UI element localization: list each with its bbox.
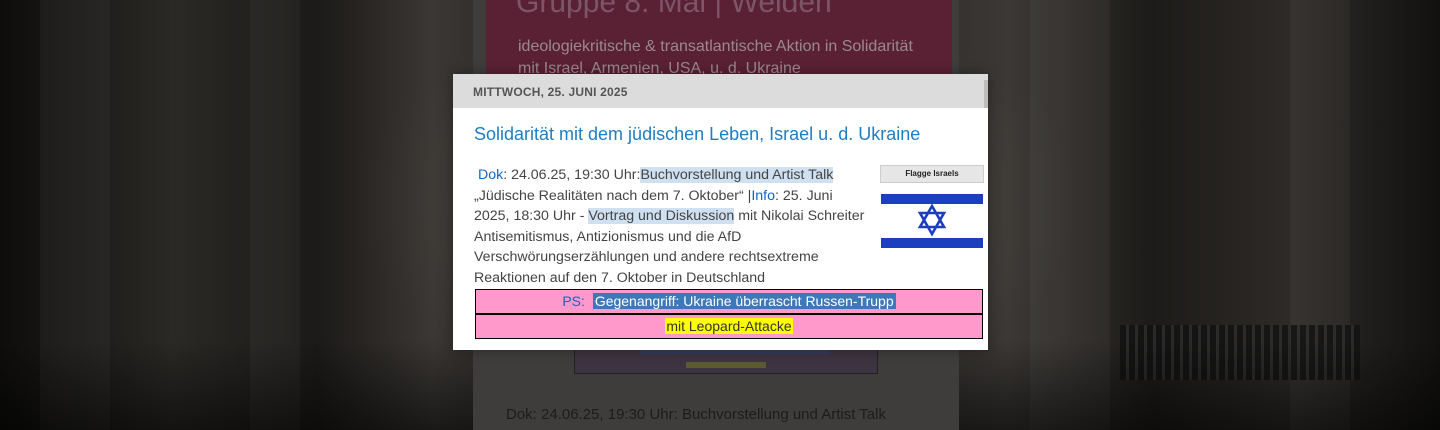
post-date: MITTWOCH, 25. JUNI 2025 (473, 85, 628, 99)
ps-link[interactable]: Gegenangriff: Ukraine überrascht Russen-… (592, 293, 896, 309)
israel-flag (881, 189, 983, 253)
ps-link[interactable]: mit Leopard-Attacke (665, 318, 793, 334)
scrollbar[interactable] (984, 80, 988, 108)
ps-label: PS: (562, 293, 585, 309)
background-ps-link (686, 362, 766, 368)
star-of-david-icon (917, 203, 947, 237)
background-blog-title: Gruppe 8. Mai | Weiden (516, 0, 832, 19)
highlight-link[interactable]: Vortrag und Diskussion (588, 208, 735, 224)
post-body: Dok: 24.06.25, 19:30 Uhr:Buchvorstellung… (474, 165, 869, 288)
flag-image[interactable]: Flagge Israels (880, 165, 984, 259)
post-popup[interactable]: MITTWOCH, 25. JUNI 2025 Solidarität mit … (453, 74, 988, 350)
flag-caption: Flagge Israels (880, 165, 984, 183)
post-text: „Jüdische Realitäten nach dem 7. Oktober… (474, 187, 752, 204)
date-header: MITTWOCH, 25. JUNI 2025 (453, 74, 988, 108)
ps-row: mit Leopard-Attacke (475, 314, 983, 339)
ps-row: PS: Gegenangriff: Ukraine überrascht Rus… (475, 289, 983, 314)
info-link[interactable]: Info (751, 188, 775, 204)
dok-link[interactable]: Dok (478, 167, 503, 183)
highlight-link[interactable]: Buchvorstellung und Artist Talk (640, 167, 834, 183)
post-text: : 24.06.25, 19:30 Uhr: (503, 167, 641, 183)
post-title-link[interactable]: Solidarität mit dem jüdischen Leben, Isr… (474, 124, 920, 145)
background-post-text: Dok: 24.06.25, 19:30 Uhr: Buchvorstellun… (506, 406, 886, 423)
